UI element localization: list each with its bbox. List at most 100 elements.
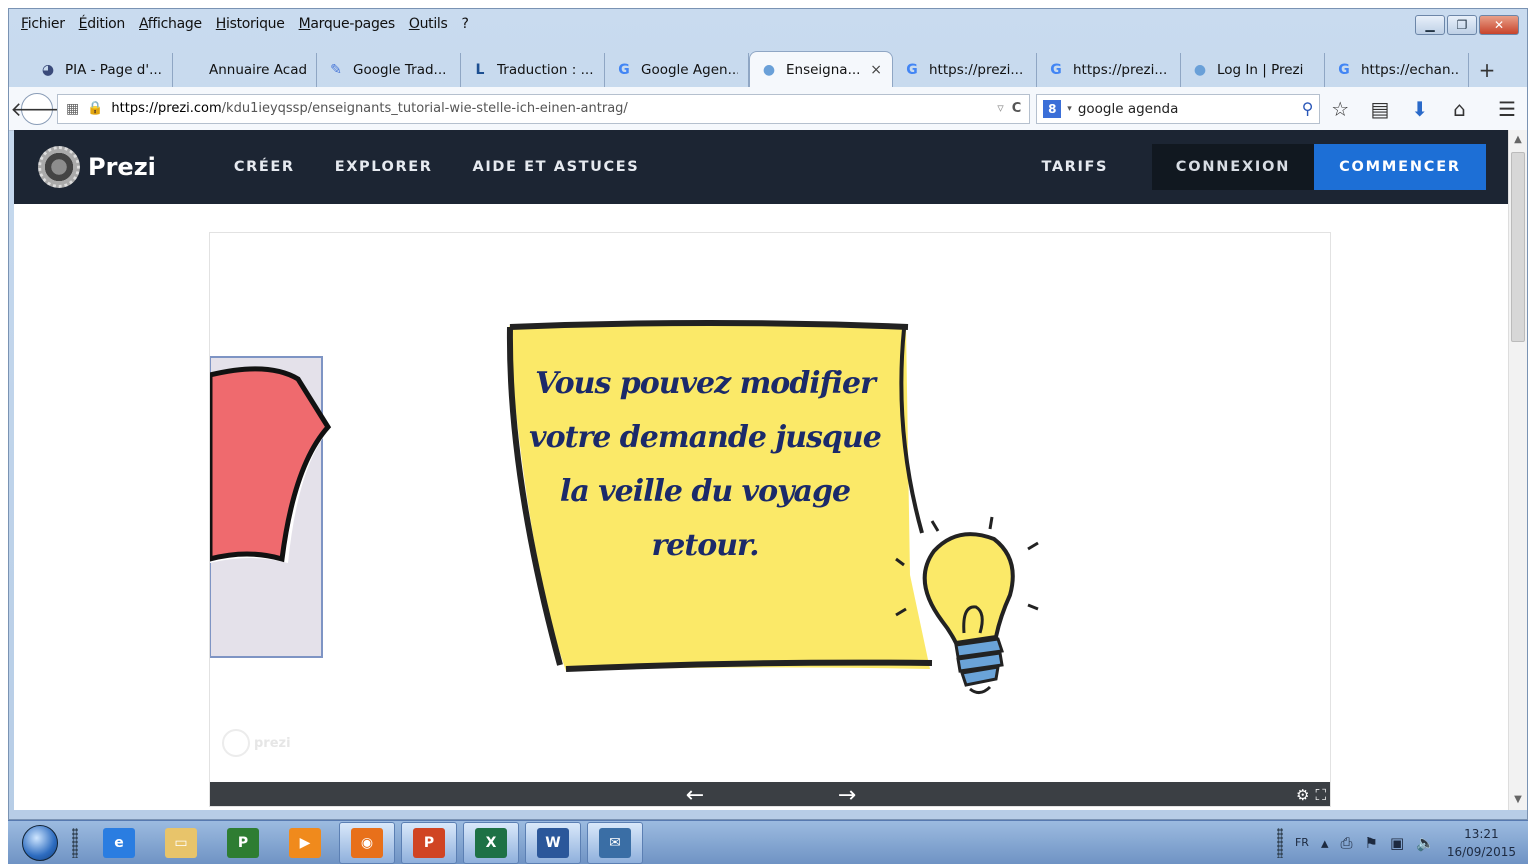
next-step-button[interactable]: → xyxy=(832,782,862,807)
menu-outils[interactable]: Outils xyxy=(409,16,448,32)
show-hidden-icons-icon[interactable]: ▴ xyxy=(1321,834,1329,852)
action-center-flag-icon[interactable]: ⚑ xyxy=(1365,834,1378,852)
taskbar-apps: e ▭ P ▶ ◉ P X W ✉ xyxy=(88,821,646,864)
scroll-up-icon[interactable]: ▲ xyxy=(1509,130,1527,148)
tray-grip xyxy=(1276,827,1283,858)
tab-8[interactable]: ● Log In | Prezi xyxy=(1181,53,1325,87)
google-icon: G xyxy=(1050,62,1062,78)
internet-explorer-icon: e xyxy=(103,827,135,858)
commencer-button[interactable]: COMMENCER xyxy=(1314,144,1486,190)
volume-icon[interactable]: 🔈 xyxy=(1416,834,1435,852)
tab-label: https://prezi... xyxy=(1073,62,1168,78)
url-text[interactable]: https://prezi.com/kdu1ieyqssp/enseignant… xyxy=(111,101,627,116)
minimize-button[interactable]: ▁ xyxy=(1415,15,1445,35)
tab-1[interactable]: Annuaire Acadé... xyxy=(173,53,317,87)
home-icon[interactable]: ⌂ xyxy=(1440,97,1480,121)
ms-project-icon: P xyxy=(227,827,259,858)
taskbar-word[interactable]: W xyxy=(525,821,581,864)
start-button[interactable] xyxy=(18,821,62,864)
tab-7[interactable]: Ghttps://prezi... xyxy=(1037,53,1181,87)
search-engine-icon[interactable]: 8 xyxy=(1043,99,1062,118)
printer-icon[interactable]: ⎙ xyxy=(1340,834,1352,852)
media-player-icon: ▶ xyxy=(289,827,321,858)
prev-step-button[interactable]: ← xyxy=(680,782,710,807)
taskbar-excel[interactable]: X xyxy=(463,821,519,864)
taskbar-powerpoint[interactable]: P xyxy=(401,821,457,864)
tab-4[interactable]: G Google Agen... xyxy=(605,53,749,87)
clock-date: 16/09/2015 xyxy=(1446,844,1516,859)
menu-fichier[interactable]: Fichier xyxy=(21,16,65,32)
menu-aide[interactable]: ? xyxy=(462,16,469,32)
search-bar[interactable]: 8 ▾ google agenda ⚲ xyxy=(1036,93,1321,124)
nav-tarifs[interactable]: TARIFS xyxy=(1042,159,1109,175)
tab-label: https://prezi... xyxy=(929,62,1024,78)
taskbar-internet-explorer[interactable]: e xyxy=(91,822,147,864)
taskbar-file-explorer[interactable]: ▭ xyxy=(153,822,209,864)
url-dropdown-icon[interactable]: ▿ xyxy=(997,101,1004,116)
search-input[interactable]: google agenda xyxy=(1078,101,1296,117)
google-translate-icon: ✎ xyxy=(330,62,342,78)
taskbar-thunderbird[interactable]: ✉ xyxy=(587,821,643,864)
search-icon[interactable]: ⚲ xyxy=(1302,99,1314,118)
reload-icon[interactable]: C xyxy=(1012,101,1022,116)
close-window-button[interactable]: ✕ xyxy=(1479,15,1519,35)
url-bar[interactable]: ▦ 🔒 https://prezi.com/kdu1ieyqssp/enseig… xyxy=(57,93,1031,124)
menu-marque-pages[interactable]: Marque-pages xyxy=(299,16,396,32)
firefox-icon: ◉ xyxy=(351,827,383,858)
prezi-logo[interactable]: Prezi xyxy=(38,146,156,188)
url-domain: https://prezi.com xyxy=(111,101,222,116)
google-icon: G xyxy=(618,62,630,78)
tab-5[interactable]: ● Enseigna... × xyxy=(749,51,893,87)
tab-label: PIA - Page d'... xyxy=(65,62,162,78)
settings-gear-icon[interactable]: ⚙ xyxy=(1296,786,1309,804)
tab-0[interactable]: ◕ PIA - Page d'... xyxy=(29,53,173,87)
player-right-controls: ⚙ ⛶ xyxy=(1296,782,1326,806)
next-arrow-icon: → xyxy=(837,782,857,807)
nav-aide-et-astuces[interactable]: AIDE ET ASTUCES xyxy=(473,159,640,175)
prezi-watermark: prezi xyxy=(222,729,291,757)
taskbar-firefox[interactable]: ◉ xyxy=(339,821,395,864)
close-icon: ✕ xyxy=(1493,18,1505,32)
menu-historique[interactable]: Historique xyxy=(216,16,285,32)
download-icon[interactable]: ⬇ xyxy=(1400,97,1440,121)
taskbar-media-player[interactable]: ▶ xyxy=(277,822,333,864)
network-icon[interactable]: ▣ xyxy=(1390,834,1404,852)
lock-icon: 🔒 xyxy=(87,101,104,116)
identity-icon[interactable]: ▦ xyxy=(66,101,79,117)
taskbar-ms-project[interactable]: P xyxy=(215,822,271,864)
clock[interactable]: 13:21 16/09/2015 xyxy=(1447,825,1516,861)
hamburger-menu-icon[interactable]: ☰ xyxy=(1487,97,1527,121)
back-button[interactable]: 🡐 xyxy=(10,92,64,125)
prezi-player[interactable]: Vous pouvez modifier votre demande jusqu… xyxy=(209,232,1331,807)
bookmarks-list-icon[interactable]: ▤ xyxy=(1360,97,1400,121)
maximize-button[interactable]: ❐ xyxy=(1447,15,1477,35)
player-controls: ← → ⚙ ⛶ xyxy=(210,782,1330,807)
tab-9[interactable]: Ghttps://echan... xyxy=(1325,53,1469,87)
navigation-bar: 🡐 ▦ 🔒 https://prezi.com/kdu1ieyqssp/ense… xyxy=(9,87,1527,131)
tab-6[interactable]: Ghttps://prezi... xyxy=(893,53,1037,87)
word-icon: W xyxy=(537,827,569,858)
scroll-thumb[interactable] xyxy=(1511,152,1525,342)
menu-affichage[interactable]: Affichage xyxy=(139,16,202,32)
tab-label: Log In | Prezi xyxy=(1217,62,1304,78)
scroll-down-icon[interactable]: ▼ xyxy=(1509,790,1527,808)
language-indicator[interactable]: FR xyxy=(1295,836,1309,849)
page-scrollbar[interactable]: ▲ ▼ xyxy=(1508,130,1527,810)
prezi-logo-icon xyxy=(38,146,80,188)
restore-icon: ❐ xyxy=(1456,18,1468,32)
tab-label: Google Trad... xyxy=(353,62,447,78)
back-arrow-icon: 🡐 xyxy=(10,96,64,121)
search-engine-dropdown-icon[interactable]: ▾ xyxy=(1067,104,1072,114)
tab-2[interactable]: ✎ Google Trad... xyxy=(317,53,461,87)
tab-close-icon[interactable]: × xyxy=(870,62,882,78)
connexion-button[interactable]: CONNEXION xyxy=(1152,144,1314,190)
bookmark-star-icon[interactable]: ☆ xyxy=(1320,97,1360,121)
menu-edition[interactable]: Édition xyxy=(79,16,126,32)
tab-3[interactable]: L Traduction : ... xyxy=(461,53,605,87)
nav-creer[interactable]: CRÉER xyxy=(234,159,295,175)
new-tab-button[interactable]: + xyxy=(1469,53,1505,87)
prezi-nav: CRÉER EXPLORER AIDE ET ASTUCES xyxy=(234,159,639,175)
fullscreen-icon[interactable]: ⛶ xyxy=(1315,786,1326,804)
tab-label: Google Agen... xyxy=(641,62,738,78)
nav-explorer[interactable]: EXPLORER xyxy=(335,159,433,175)
